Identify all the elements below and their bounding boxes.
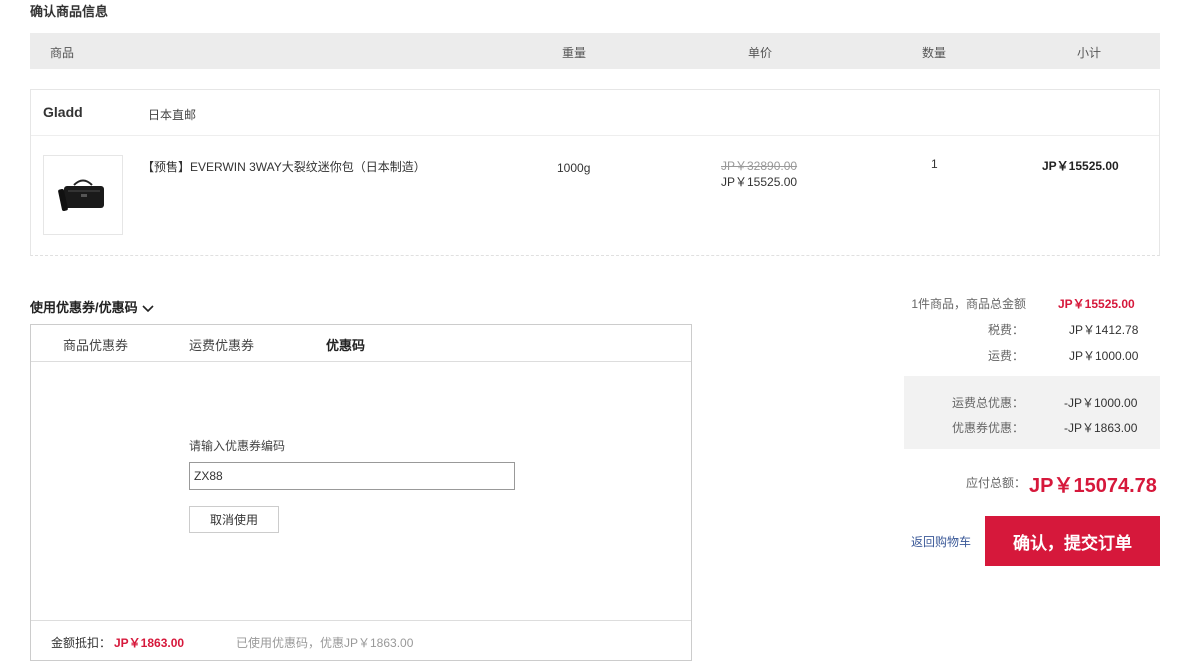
deduct-label: 金额抵扣： — [51, 636, 112, 650]
header-subtotal: 小计 — [1077, 46, 1102, 60]
discount-summary-box: 运费总优惠： -JP￥1000.00 优惠券优惠： -JP￥1863.00 — [904, 376, 1160, 449]
store-header: Gladd 日本直邮 — [31, 90, 1159, 136]
product-thumbnail[interactable] — [43, 155, 123, 235]
black-bag-image — [58, 179, 104, 212]
submit-order-button[interactable]: 确认，提交订单 — [985, 516, 1160, 566]
product-weight: 1000g — [557, 161, 591, 175]
deduct-amount: JP￥1863.00 — [114, 636, 185, 650]
shipping-discount-label: 运费总优惠： — [951, 396, 1024, 410]
product-name[interactable]: 【预售】EVERWIN 3WAY大裂纹迷你包（日本制造） — [142, 158, 426, 175]
chevron-down-icon — [142, 301, 154, 316]
total-value: JP￥15074.78 — [1029, 475, 1157, 497]
coupon-toggle-label: 使用优惠券/优惠码 — [30, 300, 138, 315]
tab-product-coupon[interactable]: 商品优惠券 — [63, 335, 128, 354]
goods-total-value: JP￥15525.00 — [1058, 297, 1135, 311]
tab-shipping-coupon[interactable]: 运费优惠券 — [189, 335, 254, 354]
product-subtotal: JP￥15525.00 — [1042, 159, 1119, 173]
store-name[interactable]: Gladd — [43, 104, 83, 120]
page-title: 确认商品信息 — [30, 4, 109, 19]
coupon-footer: 金额抵扣： JP￥1863.00 已使用优惠码，优惠JP￥1863.00 — [31, 620, 691, 660]
shipping-fee-value: JP￥1000.00 — [1069, 349, 1139, 363]
tax-label: 税费： — [987, 323, 1024, 337]
back-to-cart-link[interactable]: 返回购物车 — [911, 533, 971, 550]
tax-value: JP￥1412.78 — [1069, 323, 1139, 337]
coupon-panel: 商品优惠券 运费优惠券 优惠码 请输入优惠券编码 取消使用 金额抵扣： JP￥1… — [30, 324, 692, 661]
product-quantity: 1 — [931, 157, 938, 171]
store-shipping-type: 日本直邮 — [148, 108, 197, 122]
cart-table-header: 商品 重量 单价 数量 小计 — [30, 33, 1160, 69]
header-unit-price: 单价 — [748, 46, 773, 60]
product-original-price: JP￥32890.00 — [721, 159, 798, 173]
coupon-used-note: 已使用优惠码，优惠JP￥1863.00 — [236, 636, 414, 650]
total-label: 应付总额： — [966, 476, 1027, 490]
product-price: JP￥15525.00 — [721, 175, 798, 189]
coupon-toggle[interactable]: 使用优惠券/优惠码 — [30, 297, 154, 316]
promo-code-input[interactable] — [189, 462, 515, 490]
goods-total-label: 1件商品，商品总金额 — [911, 297, 1026, 311]
shipping-discount-value: -JP￥1000.00 — [1064, 396, 1138, 410]
header-quantity: 数量 — [922, 46, 947, 60]
coupon-discount-label: 优惠券优惠： — [951, 421, 1024, 435]
store-order-block: Gladd 日本直邮 【预售】EVERWIN 3WAY大裂纹迷你包（日本制造） … — [30, 89, 1160, 256]
cancel-coupon-button[interactable]: 取消使用 — [189, 506, 279, 533]
header-weight: 重量 — [562, 46, 587, 60]
shipping-fee-label: 运费： — [987, 349, 1024, 363]
header-product: 商品 — [50, 46, 75, 60]
tab-promo-code[interactable]: 优惠码 — [326, 335, 365, 354]
promo-code-label: 请输入优惠券编码 — [189, 439, 286, 453]
coupon-tabs: 商品优惠券 运费优惠券 优惠码 — [31, 325, 691, 362]
coupon-discount-value: -JP￥1863.00 — [1064, 421, 1138, 435]
